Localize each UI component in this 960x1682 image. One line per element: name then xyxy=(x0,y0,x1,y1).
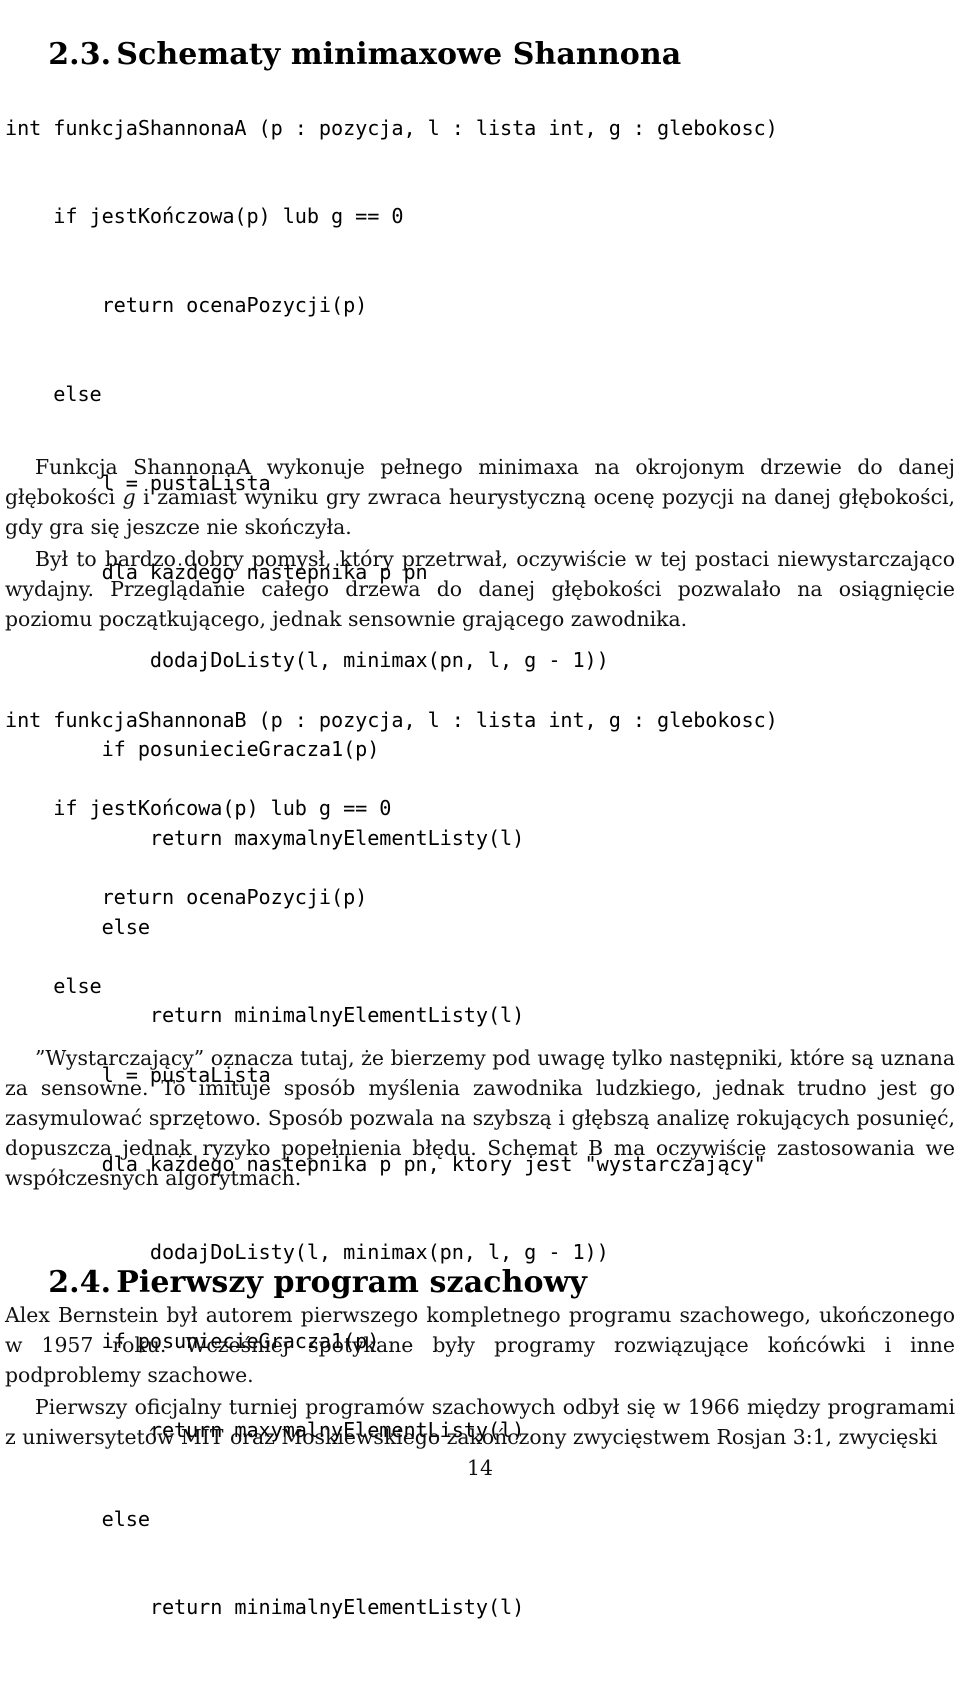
page-number: 14 xyxy=(467,1456,493,1480)
document-page: 2.3. Schematy minimaxowe Shannona int fun… xyxy=(0,0,960,1620)
code-line: int funkcjaShannonaB (p : pozycja, l : l… xyxy=(5,707,778,732)
code-line: int funkcjaShannonaA (p : pozycja, l : l… xyxy=(5,115,778,140)
code-line: return ocenaPozycji(p) xyxy=(5,293,368,318)
code-line: return ocenaPozycji(p) xyxy=(5,885,368,910)
section-title-2-4: Pierwszy program szachowy xyxy=(116,1265,588,1300)
code-line: dodajDoListy(l, minimax(pn, l, g - 1)) xyxy=(5,648,609,673)
code-line: else xyxy=(5,1506,150,1531)
code-line: if jestKończowa(p) lub g == 0 xyxy=(5,204,404,229)
paragraph-text-part: i zamiast wyniku gry zwraca heurystyczną… xyxy=(5,485,955,539)
section-number-2-4: 2.4. xyxy=(48,1265,112,1300)
paragraph-funkcja-shannona-a: Funkcja ShannonaA wykonuje pełnego minim… xyxy=(5,452,955,542)
code-line: return minimalnyElementListy(l) xyxy=(5,1595,525,1620)
code-line: else xyxy=(5,381,102,406)
code-line: else xyxy=(5,973,102,998)
paragraph-pierwszy-turniej: Pierwszy oficjalny turniej programów sza… xyxy=(5,1395,955,1449)
paragraph-alex-bernstein: Alex Bernstein był autorem pierwszego ko… xyxy=(5,1303,955,1387)
paragraph-wystarczajacy-definicja: ”Wystarczający” oznacza tutaj, że bierze… xyxy=(5,1046,955,1190)
paragraph-byl-to-dobry-pomysl: Był to bardzo dobry pomysł, który przetr… xyxy=(5,547,955,631)
section-number-2-3: 2.3. xyxy=(48,37,112,72)
section-title-2-3: Schematy minimaxowe Shannona xyxy=(116,37,682,72)
math-variable-g: g xyxy=(122,485,136,509)
code-line: if jestKońcowa(p) lub g == 0 xyxy=(5,796,392,821)
